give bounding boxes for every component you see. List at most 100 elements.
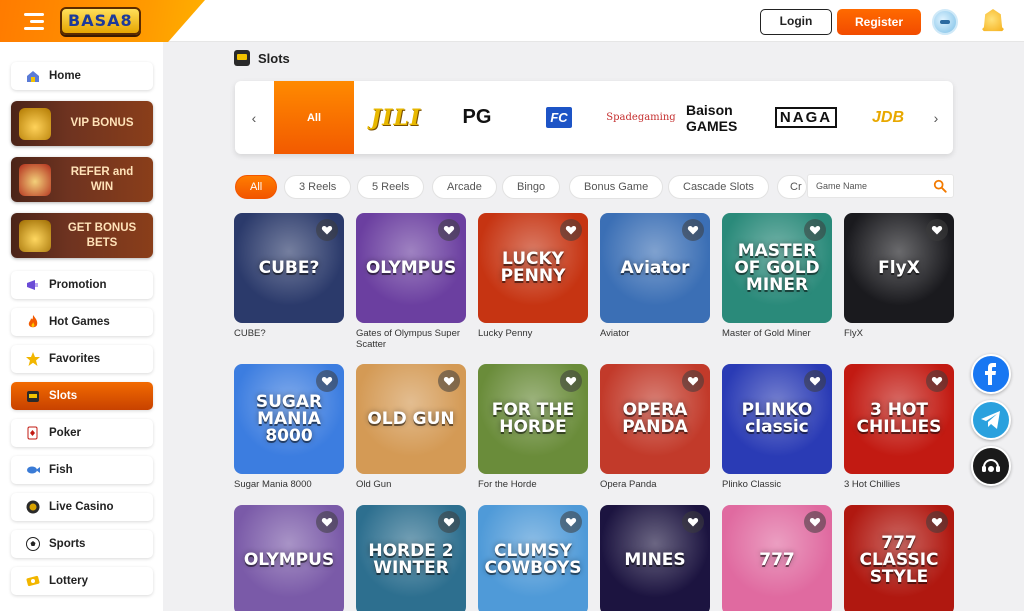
chip-cascade-slots[interactable]: Cascade Slots — [668, 175, 769, 199]
game-card[interactable]: SUGAR MANIA 8000 Sugar Mania 8000 — [234, 364, 344, 490]
favorite-heart-icon[interactable] — [926, 370, 948, 392]
provider-tab-spadegaming[interactable]: Spadegaming — [602, 81, 680, 154]
game-name[interactable]: Master of Gold Miner — [722, 328, 832, 339]
game-name[interactable]: Aviator — [600, 328, 710, 339]
game-thumbnail[interactable]: PLINKO classic — [722, 364, 832, 474]
game-name[interactable]: Sugar Mania 8000 — [234, 479, 344, 490]
game-name[interactable]: Opera Panda — [600, 479, 710, 490]
search-icon[interactable] — [933, 179, 947, 193]
game-card[interactable]: CUBE? CUBE? — [234, 213, 344, 339]
game-thumbnail[interactable]: Aviator — [600, 213, 710, 323]
game-card[interactable]: FlyX FlyX — [844, 213, 954, 339]
menu-icon[interactable] — [24, 11, 46, 31]
game-thumbnail[interactable]: OLYMPUS — [356, 213, 466, 323]
game-thumbnail[interactable]: MINES — [600, 505, 710, 611]
game-thumbnail[interactable]: 3 HOT CHILLIES — [844, 364, 954, 474]
provider-tab-pg[interactable]: PG — [441, 81, 513, 154]
game-card[interactable]: LUCKY PENNY Lucky Penny — [478, 213, 588, 339]
game-card[interactable]: PLINKO classic Plinko Classic — [722, 364, 832, 490]
sidebar-item-home[interactable]: Home — [11, 62, 153, 90]
game-card[interactable]: OLYMPUSGates of Olympus — [234, 505, 344, 611]
game-card[interactable]: Aviator Aviator — [600, 213, 710, 339]
favorite-heart-icon[interactable] — [560, 370, 582, 392]
game-card[interactable]: OLD GUN Old Gun — [356, 364, 466, 490]
bell-icon[interactable] — [980, 9, 1006, 32]
game-card[interactable]: CLUMSY COWBOYSClumsy Cowboys — [478, 505, 588, 611]
game-name[interactable]: FlyX — [844, 328, 954, 339]
game-thumbnail[interactable]: HORDE 2 WINTER — [356, 505, 466, 611]
game-card[interactable]: 777777 — [722, 505, 832, 611]
favorite-heart-icon[interactable] — [804, 219, 826, 241]
game-name[interactable]: Gates of Olympus Super Scatter — [356, 328, 466, 350]
favorite-heart-icon[interactable] — [438, 370, 460, 392]
game-card[interactable]: FOR THE HORDE For the Horde — [478, 364, 588, 490]
sidebar-item-promotion[interactable]: Promotion — [11, 271, 153, 299]
sidebar-item-live-casino[interactable]: Live Casino — [11, 493, 153, 521]
sidebar-item-hot-games[interactable]: Hot Games — [11, 308, 153, 336]
game-name[interactable]: Old Gun — [356, 479, 466, 490]
favorite-heart-icon[interactable] — [438, 219, 460, 241]
provider-tab-jdb[interactable]: JDB — [852, 81, 924, 154]
favorite-heart-icon[interactable] — [926, 511, 948, 533]
chevron-left-icon[interactable]: ‹ — [235, 81, 273, 154]
favorite-heart-icon[interactable] — [316, 219, 338, 241]
game-thumbnail[interactable]: 777 CLASSIC STYLE — [844, 505, 954, 611]
telegram-button[interactable] — [971, 400, 1011, 440]
favorite-heart-icon[interactable] — [560, 511, 582, 533]
game-thumbnail[interactable]: 777 — [722, 505, 832, 611]
get-bonus-bets-promo[interactable]: GET BONUS BETS — [11, 213, 153, 258]
vip-bonus-promo[interactable]: VIP BONUS — [11, 101, 153, 146]
game-card[interactable]: 3 HOT CHILLIES 3 Hot Chillies — [844, 364, 954, 490]
game-name[interactable]: Plinko Classic — [722, 479, 832, 490]
brand-logo[interactable]: BASA8 — [60, 7, 141, 35]
game-thumbnail[interactable]: FlyX — [844, 213, 954, 323]
sidebar-item-sports[interactable]: Sports — [11, 530, 153, 558]
game-name[interactable]: CUBE? — [234, 328, 344, 339]
favorite-heart-icon[interactable] — [438, 511, 460, 533]
favorite-heart-icon[interactable] — [316, 511, 338, 533]
game-thumbnail[interactable]: OPERA PANDA — [600, 364, 710, 474]
game-thumbnail[interactable]: MASTER OF GOLD MINER — [722, 213, 832, 323]
game-card[interactable]: HORDE 2 WINTERHorde 2 Winter — [356, 505, 466, 611]
chip-5-reels[interactable]: 5 Reels — [357, 175, 425, 199]
chevron-right-icon[interactable]: › — [917, 81, 953, 154]
game-card[interactable]: MASTER OF GOLD MINER Master of Gold Miner — [722, 213, 832, 339]
refer-and-win-promo[interactable]: REFER and WIN — [11, 157, 153, 202]
game-thumbnail[interactable]: SUGAR MANIA 8000 — [234, 364, 344, 474]
provider-tab-jili[interactable]: JILI — [359, 81, 433, 154]
favorite-heart-icon[interactable] — [682, 370, 704, 392]
chip-all[interactable]: All — [235, 175, 278, 199]
favorite-heart-icon[interactable] — [682, 511, 704, 533]
sidebar-item-poker[interactable]: Poker — [11, 419, 153, 447]
login-button[interactable]: Login — [760, 9, 832, 35]
favorite-heart-icon[interactable] — [316, 370, 338, 392]
chip-cr[interactable]: Cr — [777, 175, 807, 199]
game-card[interactable]: OLYMPUS Gates of Olympus Super Scatter — [356, 213, 466, 350]
support-icon[interactable] — [932, 9, 958, 35]
game-thumbnail[interactable]: LUCKY PENNY — [478, 213, 588, 323]
favorite-heart-icon[interactable] — [926, 219, 948, 241]
game-card[interactable]: MINESMines — [600, 505, 710, 611]
provider-tab-baison[interactable]: Baison GAMES — [686, 81, 760, 154]
provider-tab-fc[interactable]: FC — [523, 81, 595, 154]
provider-tab-all[interactable]: All — [274, 81, 354, 154]
game-card[interactable]: OPERA PANDA Opera Panda — [600, 364, 710, 490]
game-thumbnail[interactable]: FOR THE HORDE — [478, 364, 588, 474]
chip-bonus-game[interactable]: Bonus Game — [569, 175, 664, 199]
game-thumbnail[interactable]: CLUMSY COWBOYS — [478, 505, 588, 611]
game-thumbnail[interactable]: CUBE? — [234, 213, 344, 323]
customer-service-button[interactable] — [971, 446, 1011, 486]
game-card[interactable]: 777 CLASSIC STYLEClassic Style 777 — [844, 505, 954, 611]
favorite-heart-icon[interactable] — [804, 370, 826, 392]
favorite-heart-icon[interactable] — [804, 511, 826, 533]
favorite-heart-icon[interactable] — [682, 219, 704, 241]
register-button[interactable]: Register — [837, 9, 921, 35]
provider-tab-naga[interactable]: NAGA — [770, 81, 842, 154]
game-thumbnail[interactable]: OLYMPUS — [234, 505, 344, 611]
sidebar-item-slots[interactable]: Slots — [11, 382, 153, 410]
favorite-heart-icon[interactable] — [560, 219, 582, 241]
game-thumbnail[interactable]: OLD GUN — [356, 364, 466, 474]
chip-arcade[interactable]: Arcade — [432, 175, 497, 199]
game-name[interactable]: Lucky Penny — [478, 328, 588, 339]
sidebar-item-favorites[interactable]: Favorites — [11, 345, 153, 373]
